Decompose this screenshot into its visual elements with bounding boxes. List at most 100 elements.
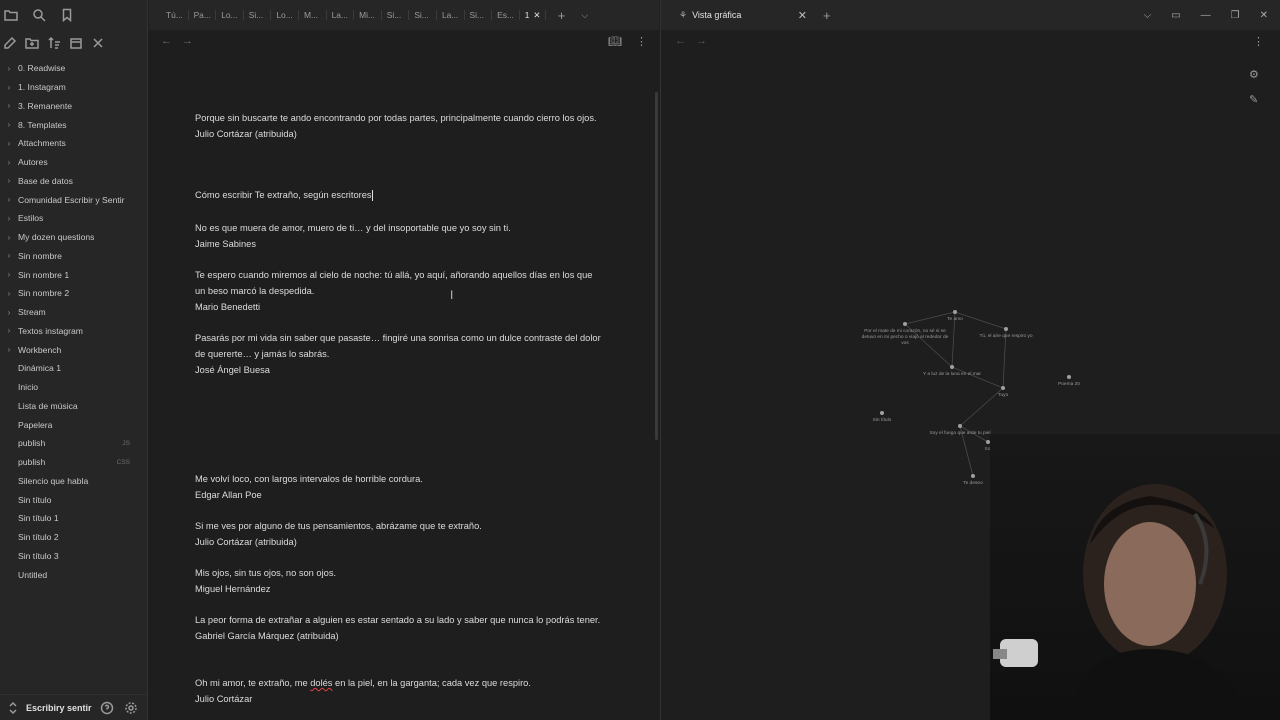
folder-icon[interactable] <box>4 8 18 22</box>
quote-text: Mis ojos, sin tus ojos, no son ojos. <box>195 568 337 578</box>
file-item[interactable]: Papelera <box>0 415 148 434</box>
graph-node-label: Soy el fuego que arde tu piel <box>929 430 990 436</box>
tab-note[interactable]: La... <box>437 10 465 20</box>
graph-node[interactable] <box>903 322 907 326</box>
file-item[interactable]: Sin título 1 <box>0 509 148 528</box>
graph-node[interactable] <box>1067 375 1071 379</box>
tab-note[interactable]: Pa... <box>189 10 217 20</box>
settings-gear-icon[interactable] <box>124 701 138 715</box>
chevron-right-icon: › <box>7 326 11 336</box>
file-item[interactable]: Sin título 3 <box>0 547 148 566</box>
graph-node[interactable] <box>950 365 954 369</box>
graph-node-label: Te deseo <box>963 480 983 486</box>
graph-node-label: Te amo <box>947 316 963 322</box>
ibeam-cursor-icon: I <box>450 288 454 302</box>
folder-item[interactable]: › Stream <box>0 303 148 322</box>
note-heading: Cómo escribir Te extraño, según escritor… <box>195 190 373 202</box>
tab-note[interactable]: Si... <box>409 10 437 20</box>
chevron-right-icon: › <box>7 120 11 130</box>
folder-item[interactable]: › Sin nombre <box>0 247 148 266</box>
folder-label: My dozen questions <box>18 232 95 243</box>
file-label: Lista de música <box>18 400 78 411</box>
tab-close-icon[interactable]: ✕ <box>533 10 540 20</box>
misspelled-word[interactable]: dolés <box>310 678 332 688</box>
folder-item[interactable]: › Base de datos <box>0 172 148 191</box>
vault-switcher[interactable]: Escribiry sentir <box>0 694 148 720</box>
folder-label: 1. Instagram <box>18 82 66 93</box>
graph-node[interactable] <box>1004 327 1008 331</box>
tab-note[interactable]: Tú... <box>161 10 189 20</box>
tab-active[interactable]: 1 ✕ <box>520 10 546 20</box>
tab-note[interactable]: Si... <box>244 10 272 20</box>
tab-note[interactable]: Si... <box>382 10 410 20</box>
folder-item[interactable]: › Sin nombre 2 <box>0 284 148 303</box>
editor-pane: Tú... Pa... Lo... Si... Lo... M... La... Mi... S… <box>149 0 659 720</box>
editor-tab-bar: Tú... Pa... Lo... Si... Lo... M... La... Mi... S… <box>149 0 659 30</box>
folder-item[interactable]: › Comunidad Escribir y Sentir <box>0 190 148 209</box>
chevron-right-icon: › <box>7 288 11 298</box>
quote-author: Julio Cortázar (atribuida) <box>195 536 297 547</box>
file-item[interactable]: Untitled <box>0 565 148 584</box>
file-label: Inicio <box>18 382 39 393</box>
graph-node[interactable] <box>880 411 884 415</box>
folder-item[interactable]: › Workbench <box>0 340 148 359</box>
file-item[interactable]: publish JS <box>0 434 148 453</box>
file-item[interactable]: Dinámica 1 <box>0 359 148 378</box>
folder-item[interactable]: › 1. Instagram <box>0 78 148 97</box>
folder-item[interactable]: › 3. Remanente <box>0 97 148 116</box>
graph-node[interactable] <box>1001 386 1005 390</box>
sort-icon[interactable] <box>47 36 61 50</box>
help-icon[interactable] <box>100 701 114 715</box>
new-tab-icon[interactable]: + <box>558 8 566 23</box>
quote-paragraph: La peor forma de extrañar a alguien es e… <box>195 613 605 645</box>
folder-item[interactable]: › My dozen questions <box>0 228 148 247</box>
quote-paragraph: Me volví loco, con largos intervalos de … <box>195 472 605 504</box>
folder-item[interactable]: › Estilos <box>0 209 148 228</box>
search-icon[interactable] <box>32 8 46 22</box>
graph-node[interactable] <box>958 424 962 428</box>
editor-scrollbar[interactable] <box>655 92 658 440</box>
close-all-icon[interactable] <box>91 36 105 50</box>
tab-list-menu-icon[interactable]: ⌵ <box>581 10 588 21</box>
tab-note[interactable]: Es... <box>492 10 520 20</box>
back-arrow-icon[interactable]: ← <box>161 35 172 47</box>
file-item[interactable]: publish CSS <box>0 453 148 472</box>
collapse-icon[interactable] <box>69 36 83 50</box>
tab-note[interactable]: Mi... <box>354 10 382 20</box>
quote-paragraph: Si me ves por alguno de tus pensamientos… <box>195 519 605 551</box>
folder-item[interactable]: › Sin nombre 1 <box>0 265 148 284</box>
file-explorer-sidebar: › 0. Readwise › 1. Instagram › 3. Remanente › 8… <box>0 0 148 720</box>
vault-switch-icon[interactable] <box>6 701 20 715</box>
reading-view-icon[interactable]: 📖︎ <box>608 35 622 48</box>
graph-node[interactable] <box>971 474 975 478</box>
file-item[interactable]: Inicio <box>0 378 148 397</box>
folder-item[interactable]: › Autores <box>0 153 148 172</box>
graph-node-label: Sin título <box>873 417 892 423</box>
folder-label: Stream <box>18 307 46 318</box>
file-item[interactable]: Silencio que habla <box>0 472 148 491</box>
tab-note[interactable]: La... <box>327 10 355 20</box>
file-label: publish <box>18 438 46 449</box>
file-item[interactable]: Sin título 2 <box>0 528 148 547</box>
bookmark-icon[interactable] <box>60 8 74 22</box>
folder-item[interactable]: › 8. Templates <box>0 115 148 134</box>
tab-note[interactable]: M... <box>299 10 327 20</box>
quote-text: Porque sin buscarte te ando encontrando … <box>195 113 597 123</box>
folder-item[interactable]: › Attachments <box>0 134 148 153</box>
more-options-icon[interactable]: ⋮ <box>636 35 647 48</box>
vault-name[interactable]: Escribiry sentir <box>26 703 92 713</box>
folder-item[interactable]: › Textos instagram <box>0 322 148 341</box>
folder-label: 3. Remanente <box>18 100 72 111</box>
folder-item[interactable]: › 0. Readwise <box>0 59 148 78</box>
new-note-icon[interactable] <box>3 36 17 50</box>
tab-note[interactable]: Si... <box>465 10 493 20</box>
quote-paragraph: No es que muera de amor, muero de ti… y … <box>195 221 605 253</box>
forward-arrow-icon[interactable]: → <box>182 35 193 47</box>
tab-note[interactable]: Lo... <box>271 10 299 20</box>
tab-note[interactable]: Lo... <box>216 10 244 20</box>
new-folder-icon[interactable] <box>25 36 39 50</box>
graph-node[interactable] <box>953 310 957 314</box>
file-label: Sin título 1 <box>18 513 59 524</box>
file-item[interactable]: Sin título <box>0 490 148 509</box>
file-item[interactable]: Lista de música <box>0 397 148 416</box>
